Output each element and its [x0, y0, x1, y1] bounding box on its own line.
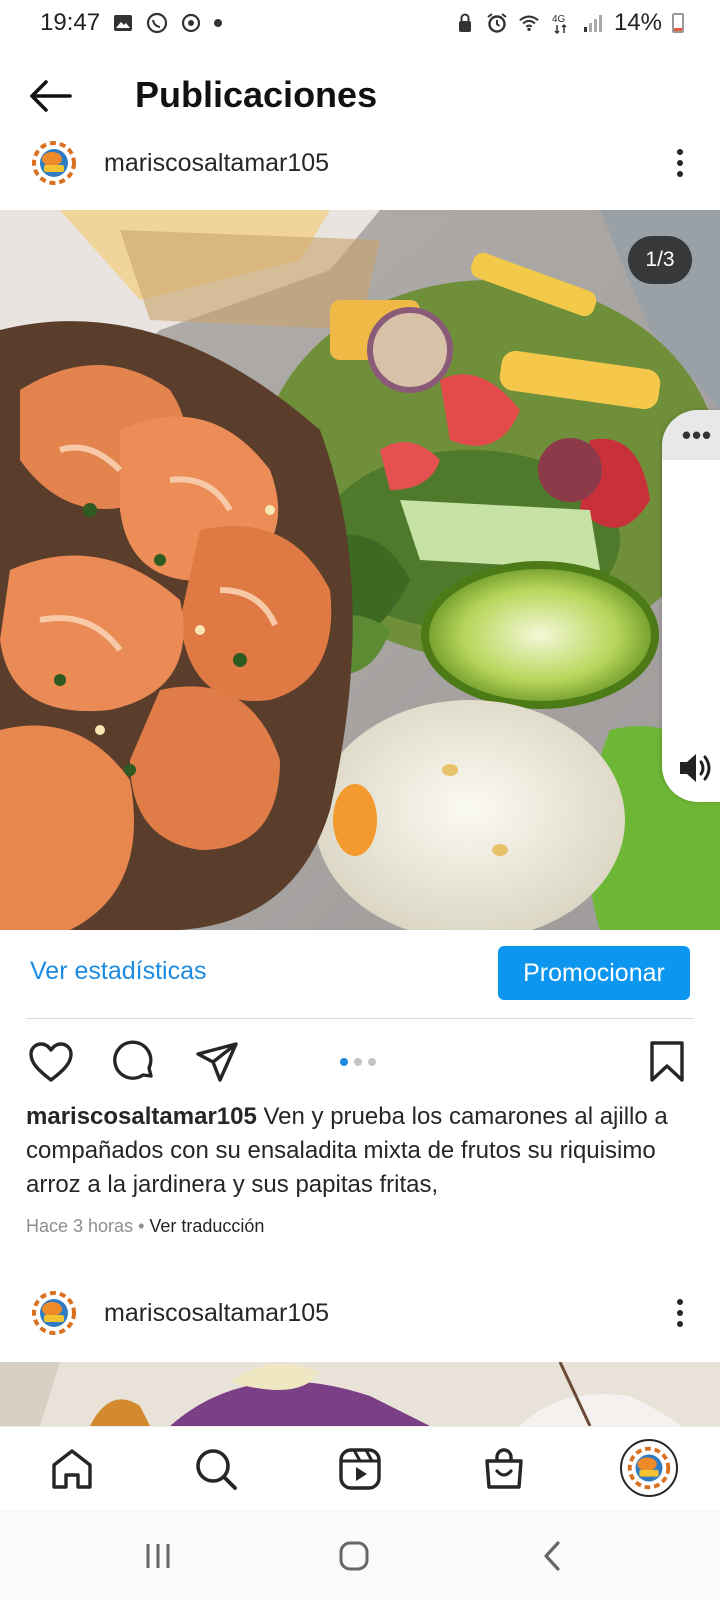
battery-icon [672, 13, 684, 33]
system-nav-bar [0, 1510, 720, 1600]
insights-row: Ver estadísticas Promocionar [0, 943, 720, 1003]
nav-shop[interactable] [480, 1445, 528, 1493]
post-caption: mariscosaltamar105 Ven y prueba los cama… [26, 1100, 696, 1202]
see-translation-link[interactable]: Ver traducción [149, 1216, 264, 1236]
media-counter: 1/3 [628, 236, 692, 284]
post-photo [0, 210, 720, 930]
post-time: Hace 3 horas [26, 1216, 134, 1236]
next-post-photo [0, 1362, 720, 1426]
carousel-indicator [340, 1058, 376, 1066]
send-icon [196, 1042, 238, 1082]
nav-reels[interactable] [336, 1445, 384, 1493]
comment-icon [113, 1040, 153, 1080]
view-insights-link[interactable]: Ver estadísticas [30, 957, 206, 986]
lock-icon [454, 12, 476, 34]
nav-profile-avatar[interactable] [620, 1439, 678, 1497]
chevron-left-icon [544, 1541, 560, 1571]
avatar[interactable] [26, 1285, 82, 1341]
back-button[interactable] [26, 76, 74, 116]
wifi-icon [518, 12, 540, 34]
battery-percent: 14% [613, 9, 662, 36]
whatsapp-icon [146, 12, 168, 34]
signal-icon [582, 12, 604, 34]
svg-text:4G: 4G [552, 14, 566, 25]
post-meta: Hace 3 horas • Ver traducción [26, 1216, 264, 1237]
meta-separator: • [133, 1216, 150, 1236]
next-post-username[interactable]: mariscosaltamar105 [104, 1299, 329, 1328]
home-square-icon [339, 1541, 369, 1571]
post-actions [0, 1035, 720, 1085]
4g-icon: 4G [550, 12, 572, 34]
home-icon [52, 1449, 92, 1489]
avatar[interactable] [26, 135, 82, 191]
carousel-dot-1 [340, 1058, 348, 1066]
next-post-header: mariscosaltamar105 [0, 1280, 720, 1346]
divider [26, 1018, 694, 1019]
gallery-icon [112, 12, 134, 34]
heart-icon [29, 1042, 73, 1082]
home-system-button[interactable] [332, 1536, 376, 1576]
nav-home[interactable] [48, 1445, 96, 1493]
search-icon [196, 1449, 237, 1490]
carousel-dot-2 [354, 1058, 362, 1066]
sync-icon [180, 12, 202, 34]
bottom-nav [0, 1426, 720, 1510]
status-time: 19:47 [40, 9, 101, 36]
next-post-media[interactable] [0, 1362, 720, 1426]
comment-button[interactable] [112, 1039, 158, 1085]
post-username[interactable]: mariscosaltamar105 [104, 149, 329, 178]
promote-button[interactable]: Promocionar [498, 946, 690, 1000]
alarm-icon [486, 12, 508, 34]
like-button[interactable] [28, 1039, 74, 1085]
next-post-more-button[interactable] [670, 1293, 690, 1333]
share-button[interactable] [194, 1039, 240, 1085]
bookmark-icon [650, 1041, 684, 1082]
speaker-icon[interactable] [676, 750, 716, 791]
more-vertical-icon [677, 1299, 683, 1327]
arrow-left-icon [30, 80, 72, 112]
post-more-button[interactable] [670, 143, 690, 183]
nav-search[interactable] [192, 1445, 240, 1493]
carousel-dot-3 [368, 1058, 376, 1066]
caption-username[interactable]: mariscosaltamar105 [26, 1103, 257, 1130]
recent-apps-button[interactable] [136, 1536, 180, 1576]
post-media[interactable]: 1/3 [0, 210, 720, 930]
notification-dot-icon [214, 19, 223, 27]
side-panel[interactable]: ••• [662, 410, 720, 802]
recent-apps-icon [146, 1544, 170, 1568]
post-header: mariscosaltamar105 [0, 130, 720, 196]
top-bar: Publicaciones [0, 60, 720, 132]
back-system-button[interactable] [530, 1536, 574, 1576]
shop-icon [485, 1448, 523, 1489]
reels-icon [339, 1448, 381, 1490]
page-title: Publicaciones [135, 74, 378, 115]
save-button[interactable] [644, 1039, 690, 1085]
status-bar: 19:47 4G 14% [0, 0, 720, 46]
more-vertical-icon [677, 149, 683, 177]
